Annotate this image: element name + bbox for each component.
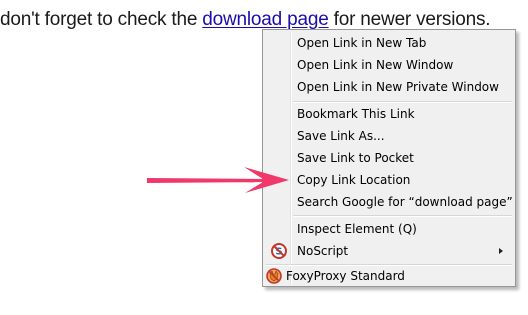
pointer-arrow-shape [147,167,289,193]
pointer-arrow-annotation [147,167,289,193]
